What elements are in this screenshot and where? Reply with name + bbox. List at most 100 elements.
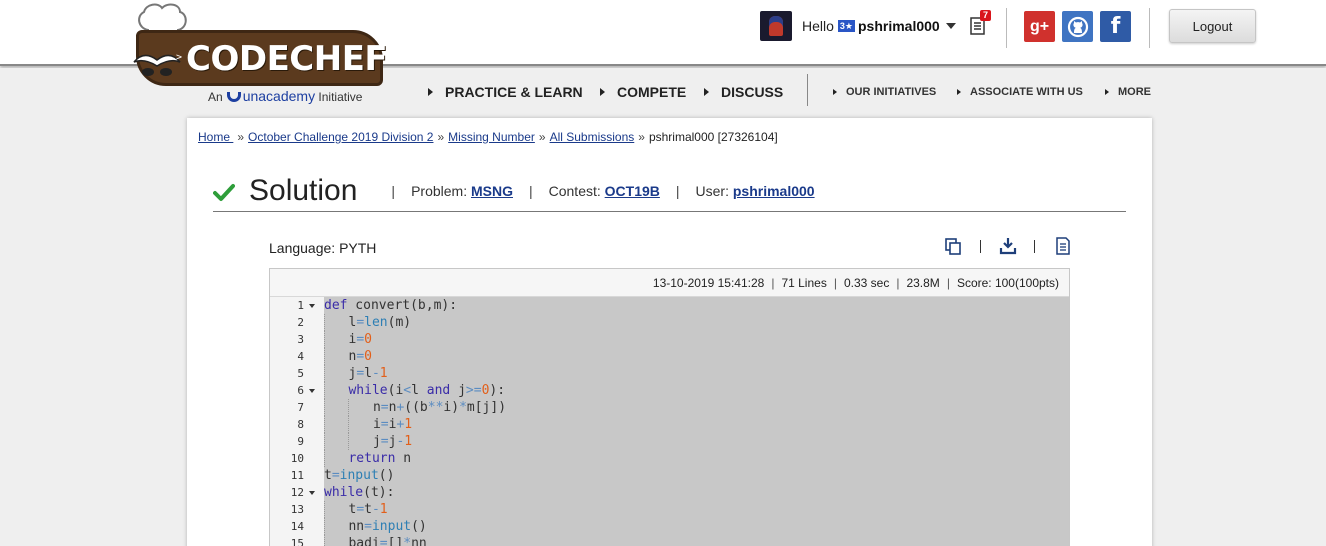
notification-count-badge: 7 (980, 10, 992, 21)
chevron-down-icon[interactable] (945, 23, 956, 29)
username-label[interactable]: pshrimal000 (858, 18, 940, 34)
triangle-right-icon (1105, 89, 1109, 95)
stat-separator: | (833, 275, 837, 290)
toolbar-separator (1034, 240, 1035, 253)
tagline-brand: unacademy (242, 88, 316, 104)
nav-our-initiatives[interactable]: OUR INITIATIVES (833, 86, 936, 98)
solution-header: Solution | Problem: MSNG | Contest: OCT1… (213, 171, 1126, 212)
triangle-right-icon (600, 88, 605, 96)
nav-divider (807, 74, 808, 106)
copy-icon[interactable] (943, 236, 963, 256)
user-meta: User: pshrimal000 (696, 183, 815, 199)
toolbar-separator (980, 240, 981, 253)
line-number: 14 (290, 520, 304, 533)
breadcrumb-current: pshrimal000 [27326104] (648, 130, 778, 144)
page-title: Solution (249, 174, 358, 207)
contest-label: Contest: (548, 183, 601, 199)
stat-score: Score: 100(100pts) (956, 275, 1059, 290)
check-icon (213, 184, 235, 201)
code-line: n=0 (324, 348, 372, 365)
github-button[interactable] (1062, 11, 1093, 42)
fold-toggle-icon[interactable] (309, 304, 315, 308)
meta-separator: | (391, 183, 396, 199)
meta-separator: | (528, 183, 533, 199)
tagline-suffix: Initiative (318, 90, 363, 104)
greeting-text: Hello (802, 18, 834, 34)
fold-toggle-icon[interactable] (309, 491, 315, 495)
line-number: 3 (297, 333, 304, 346)
code-line: while(i<l and j>=0): (324, 382, 1069, 399)
user-menu[interactable]: Hello 3★ pshrimal000 (760, 10, 956, 42)
nav-label: MORE (1118, 86, 1151, 98)
breadcrumb-all-submissions[interactable]: All Submissions (550, 130, 635, 144)
language-label: Language: PYTH (269, 240, 377, 256)
svg-text:>: > (176, 52, 182, 63)
triangle-right-icon (704, 88, 709, 96)
stat-time: 0.33 sec (843, 275, 890, 290)
stat-memory: 23.8M (906, 275, 940, 290)
line-number: 12 (270, 484, 324, 501)
avatar[interactable] (760, 11, 792, 41)
stat-datetime: 13-10-2019 15:41:28 (652, 275, 765, 290)
triangle-right-icon (428, 88, 433, 96)
code-line: l=len(m) (324, 314, 412, 331)
user-label: User: (695, 183, 729, 199)
problem-meta: Problem: MSNG (411, 183, 513, 199)
breadcrumb-problem[interactable]: Missing Number (448, 130, 535, 144)
header-divider (1149, 8, 1150, 48)
chef-face-icon: < > (130, 52, 182, 76)
nav-associate-with-us[interactable]: ASSOCIATE WITH US (957, 86, 1083, 98)
header-divider (1006, 8, 1007, 48)
line-gutter: 1 2 3 4 5 6 7 8 9 10 11 12 13 14 15 (270, 297, 324, 546)
notification-button[interactable]: 7 (970, 10, 992, 35)
breadcrumb-separator: » (538, 130, 546, 144)
line-number: 6 (270, 382, 324, 399)
problem-code-link[interactable]: MSNG (471, 183, 513, 199)
nav-discuss[interactable]: DISCUSS (704, 84, 783, 100)
facebook-button[interactable]: f (1100, 11, 1131, 42)
code-viewer[interactable]: 13-10-2019 15:41:28 | 71 Lines | 0.33 sec |… (269, 268, 1070, 546)
line-number: 7 (297, 401, 304, 414)
rating-badge: 3★ (837, 20, 855, 32)
stat-separator: | (946, 275, 950, 290)
svg-text:<: < (130, 52, 136, 63)
line-number: 11 (290, 469, 304, 482)
code-line: nn=input() (324, 518, 427, 535)
line-number: 10 (290, 452, 304, 465)
document-icon[interactable] (1053, 236, 1073, 256)
nav-more[interactable]: MORE (1105, 86, 1151, 98)
github-icon (1067, 16, 1088, 37)
code-line: n=n+((b**i)*m[j]) (324, 399, 1069, 416)
breadcrumb-separator: » (638, 130, 645, 144)
breadcrumb-separator: » (437, 130, 445, 144)
unacademy-icon (226, 92, 241, 102)
google-plus-button[interactable]: g+ (1024, 11, 1055, 42)
nav-compete[interactable]: COMPETE (600, 84, 686, 100)
submission-stats: 13-10-2019 15:41:28 | 71 Lines | 0.33 sec |… (270, 269, 1069, 297)
triangle-right-icon (957, 89, 961, 95)
nav-practice-learn[interactable]: PRACTICE & LEARN (428, 84, 583, 100)
code-line: return n (324, 450, 1069, 467)
code-lines[interactable]: def convert(b,m): l=len(m) i=0 n=0 j=l-1… (324, 297, 1069, 546)
code-line: i=0 (324, 331, 372, 348)
logo-tagline: An unacademy Initiative (208, 88, 362, 104)
logo-wordmark: CODECHEF (186, 39, 388, 79)
fold-toggle-icon[interactable] (309, 389, 315, 393)
user-name-link[interactable]: pshrimal000 (733, 183, 815, 199)
breadcrumb-contest[interactable]: October Challenge 2019 Division 2 (248, 130, 433, 144)
line-number: 4 (297, 350, 304, 363)
contest-code-link[interactable]: OCT19B (605, 183, 660, 199)
breadcrumb-separator: » (237, 130, 245, 144)
stat-separator: | (771, 275, 775, 290)
contest-meta: Contest: OCT19B (549, 183, 660, 199)
logout-button[interactable]: Logout (1169, 9, 1256, 43)
nav-label: DISCUSS (721, 84, 784, 100)
codechef-logo[interactable]: < > CODECHEF An unacademy Initiative (128, 0, 388, 108)
triangle-right-icon (833, 89, 837, 95)
breadcrumb-home[interactable]: Home (198, 130, 233, 144)
code-line: badi=[]*nn (324, 535, 1069, 546)
submission-card: Home » October Challenge 2019 Division 2»… (187, 118, 1152, 546)
download-icon[interactable] (998, 236, 1018, 256)
line-number: 8 (297, 418, 304, 431)
nav-label: COMPETE (617, 84, 687, 100)
